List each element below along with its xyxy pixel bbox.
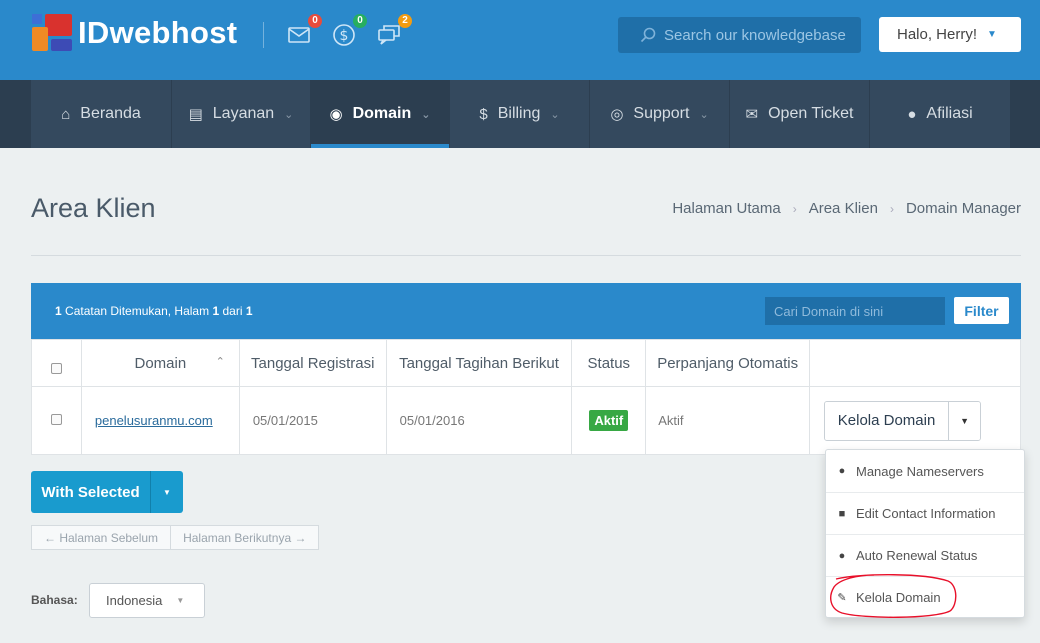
- user-icon: ■: [838, 507, 846, 520]
- table-header-row: Domain ⌃ Tanggal Registrasi Tanggal Tagi…: [31, 339, 1021, 387]
- menu-item-edit-contact[interactable]: ■ Edit Contact Information: [826, 492, 1024, 534]
- chevron-right-icon: ›: [792, 201, 797, 216]
- nav-label: Domain: [352, 105, 412, 122]
- chat-icon[interactable]: 2: [376, 14, 412, 48]
- nav-label: Support: [633, 105, 690, 122]
- header: IDwebhost 0 $ 0 2 Halo, Herry! ▼: [0, 0, 1040, 80]
- dollar-icon[interactable]: $ 0: [331, 14, 367, 48]
- filter-button[interactable]: Filter: [954, 297, 1009, 324]
- page-title: Area Klien: [31, 193, 156, 223]
- next-page-button[interactable]: Halaman Berikutnya →: [170, 526, 318, 549]
- main-nav: ⌂ Beranda ▤ Layanan ⌄ ◉ Domain ⌄ $ Billi…: [0, 80, 1040, 148]
- nav-label: Layanan: [212, 105, 275, 122]
- registration-date-cell: 05/01/2015: [238, 386, 387, 455]
- chevron-right-icon: ›: [889, 201, 894, 216]
- logo-text: IDwebhost: [78, 15, 238, 50]
- status-badge: Aktif: [589, 410, 629, 431]
- actions-cell: Kelola Domain ▼: [809, 386, 1021, 455]
- column-header-domain[interactable]: Domain ⌃: [80, 339, 240, 387]
- domain-cell: penelusuranmu.com: [80, 386, 240, 455]
- row-checkbox[interactable]: [50, 414, 62, 425]
- nav-item-beranda[interactable]: ⌂ Beranda: [31, 80, 172, 148]
- prev-page-button[interactable]: ← Halaman Sebelum: [32, 526, 170, 549]
- column-header-registration: Tanggal Registrasi: [238, 339, 387, 387]
- caret-down-icon[interactable]: ▼: [949, 401, 981, 440]
- pencil-icon: ✎: [837, 592, 847, 604]
- chevron-down-icon: ⌄: [699, 108, 709, 121]
- language-label: Bahasa:: [31, 593, 78, 607]
- domain-link[interactable]: penelusuranmu.com: [95, 413, 213, 428]
- language-selected: Indonesia: [106, 593, 163, 608]
- domain-filter-input[interactable]: [765, 297, 945, 325]
- binoculars-icon: ◉: [329, 106, 343, 123]
- nav-item-billing[interactable]: $ Billing ⌄: [450, 80, 590, 148]
- logo[interactable]: IDwebhost: [32, 14, 237, 52]
- auto-renew-cell: Aktif: [645, 386, 811, 455]
- chevron-down-icon: ▼: [176, 596, 185, 605]
- nav-label: Afiliasi: [926, 105, 973, 122]
- nav-label: Open Ticket: [768, 105, 854, 122]
- column-header-next-due: Tanggal Tagihan Berikut: [385, 339, 573, 387]
- tickets-badge: 2: [398, 14, 412, 28]
- invoices-badge: 0: [353, 14, 367, 28]
- caret-down-icon[interactable]: ▼: [151, 471, 183, 513]
- breadcrumb-item-client-area[interactable]: Area Klien: [809, 200, 878, 217]
- search-icon: [640, 27, 656, 43]
- envelope-icon[interactable]: 0: [286, 14, 322, 48]
- select-all-cell: [31, 339, 82, 387]
- divider: [263, 22, 264, 48]
- chevron-down-icon: ⌄: [284, 108, 294, 121]
- column-header-auto-renew: Perpanjang Otomatis: [645, 339, 811, 387]
- breadcrumb: Halaman Utama › Area Klien › Domain Mana…: [672, 200, 1021, 217]
- breadcrumb-item-current: Domain Manager: [905, 200, 1021, 217]
- next-due-date-cell: 05/01/2016: [385, 386, 573, 455]
- with-selected-button-group: With Selected ▼: [31, 471, 183, 513]
- svg-text:$: $: [340, 28, 349, 44]
- kelola-domain-dropdown: ● Manage Nameservers ■ Edit Contact Info…: [825, 449, 1025, 618]
- nav-label: Beranda: [80, 105, 141, 122]
- menu-item-kelola-domain[interactable]: ✎ Kelola Domain: [826, 576, 1024, 618]
- kelola-domain-button[interactable]: Kelola Domain: [825, 401, 950, 440]
- nav-label: Billing: [497, 105, 541, 122]
- chevron-down-icon: ▼: [987, 29, 997, 40]
- nav-item-afiliasi[interactable]: ● Afiliasi: [870, 80, 1010, 148]
- search-input[interactable]: [664, 26, 854, 44]
- nav-item-domain[interactable]: ◉ Domain ⌄: [311, 80, 450, 148]
- breadcrumb-item-home[interactable]: Halaman Utama: [672, 200, 780, 217]
- sort-asc-icon: ⌃: [215, 356, 225, 368]
- user-menu-button[interactable]: Halo, Herry! ▼: [879, 17, 1021, 52]
- column-header-status: Status: [571, 339, 647, 387]
- menu-item-manage-nameservers[interactable]: ● Manage Nameservers: [826, 450, 1024, 492]
- globe-icon: ●: [838, 549, 846, 562]
- knowledgebase-search[interactable]: [618, 17, 861, 53]
- user-icon: ●: [907, 105, 917, 123]
- globe-icon: ●: [838, 465, 846, 477]
- list-icon: ▤: [188, 106, 203, 123]
- kelola-domain-button-group: Kelola Domain ▼: [824, 400, 982, 441]
- with-selected-button[interactable]: With Selected: [31, 471, 151, 513]
- user-greeting: Halo, Herry!: [897, 26, 978, 43]
- messages-badge: 0: [308, 14, 322, 28]
- table-row: penelusuranmu.com 05/01/2015 05/01/2016 …: [31, 386, 1021, 455]
- chevron-down-icon: ⌄: [550, 108, 560, 121]
- status-cell: Aktif: [571, 386, 647, 455]
- dollar-icon: $: [479, 105, 488, 123]
- logo-mark-icon: [32, 14, 72, 52]
- chevron-down-icon: ⌄: [421, 108, 431, 121]
- nav-item-layanan[interactable]: ▤ Layanan ⌄: [172, 80, 311, 148]
- language-select[interactable]: Indonesia ▼: [89, 583, 205, 618]
- home-icon: ⌂: [61, 105, 71, 123]
- column-header-actions: [809, 339, 1021, 387]
- pagination: ← Halaman Sebelum Halaman Berikutnya →: [31, 525, 320, 550]
- divider: [31, 255, 1021, 256]
- row-select-cell: [31, 386, 82, 455]
- menu-item-auto-renewal[interactable]: ● Auto Renewal Status: [826, 534, 1024, 576]
- select-all-checkbox[interactable]: [50, 362, 62, 374]
- records-info: 1 Catatan Ditemukan, Halam 1 dari 1: [55, 304, 253, 318]
- domain-table: Domain ⌃ Tanggal Registrasi Tanggal Tagi…: [31, 339, 1021, 455]
- envelope-icon: ✉: [745, 106, 759, 123]
- nav-item-support[interactable]: ◎ Support ⌄: [590, 80, 730, 148]
- lifebuoy-icon: ◎: [610, 106, 624, 123]
- nav-item-open-ticket[interactable]: ✉ Open Ticket: [730, 80, 870, 148]
